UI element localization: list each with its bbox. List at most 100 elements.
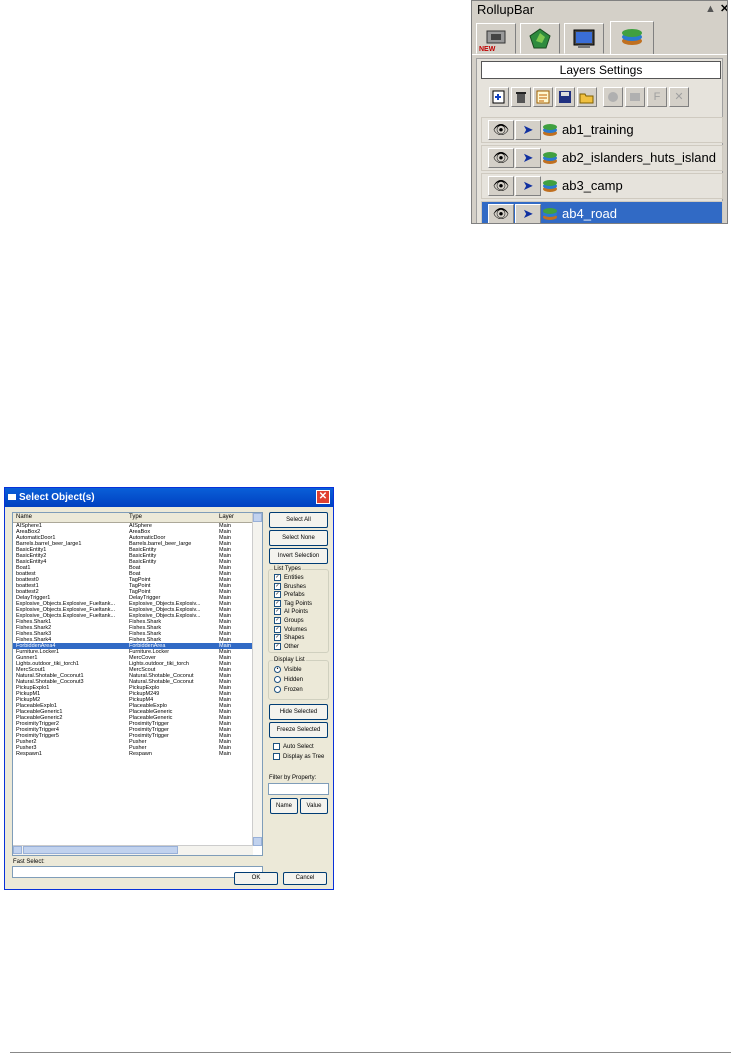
- cursor-icon[interactable]: ➤: [515, 176, 541, 196]
- tab-display[interactable]: [564, 23, 604, 54]
- freeze-icon[interactable]: [603, 87, 623, 107]
- cell-name: Respawn1: [16, 751, 42, 757]
- list-types-label: List Types: [273, 565, 302, 573]
- tab-terrain[interactable]: [520, 23, 560, 54]
- vertical-scrollbar[interactable]: [252, 513, 262, 846]
- close-icon[interactable]: ✕: [715, 2, 727, 17]
- auto-select-checkbox[interactable]: Auto Select: [273, 743, 314, 751]
- display-list-radio[interactable]: Frozen: [274, 686, 303, 694]
- list-type-label: Entities: [284, 575, 304, 582]
- value-button[interactable]: Value: [300, 798, 328, 814]
- layers-settings-header[interactable]: Layers Settings: [481, 61, 721, 79]
- list-rows: AISphere1 AISphere Main AreaBox2 AreaBox Main…: [13, 523, 253, 757]
- list-type-label: Groups: [284, 618, 304, 625]
- list-type-checkbox[interactable]: ✓ Prefabs: [274, 591, 305, 599]
- list-type-checkbox[interactable]: ✓ AI Points: [274, 608, 308, 616]
- select-none-button[interactable]: Select None: [269, 530, 328, 546]
- layer-icon: [543, 124, 557, 136]
- freeze-selected-button[interactable]: Freeze Selected: [269, 722, 328, 738]
- f-icon[interactable]: F: [647, 87, 667, 107]
- table-row[interactable]: Respawn1 Respawn Main: [13, 751, 253, 757]
- cell-layer: Main: [219, 751, 231, 757]
- layer-name: ab3_camp: [562, 178, 623, 193]
- cursor-icon[interactable]: ➤: [515, 204, 541, 223]
- display-list-radio[interactable]: Hidden: [274, 676, 303, 684]
- filter-property-input[interactable]: [268, 783, 329, 795]
- display-list-label: Display List: [273, 656, 306, 664]
- new-layer-icon[interactable]: [489, 87, 509, 107]
- cursor-icon[interactable]: ➤: [515, 120, 541, 140]
- name-button[interactable]: Name: [270, 798, 298, 814]
- scroll-down-icon[interactable]: [253, 837, 262, 846]
- layer-icon: [543, 208, 557, 220]
- display-list-label: Hidden: [284, 677, 304, 684]
- tab-separator: [472, 54, 727, 55]
- list-type-label: Volumes: [284, 626, 308, 633]
- object-list[interactable]: Name Type Layer AISphere1 AISphere Main Are…: [12, 512, 263, 856]
- layer-row[interactable]: 👁 ➤ ab1_training: [481, 117, 723, 143]
- new-objects-icon: NEW: [479, 30, 506, 53]
- list-type-label: Shapes: [284, 635, 305, 642]
- eye-icon[interactable]: 👁: [488, 148, 514, 168]
- scroll-up-icon[interactable]: [253, 513, 262, 522]
- tab-layers[interactable]: [610, 21, 654, 55]
- pin-icon[interactable]: ▲: [700, 2, 716, 17]
- page-divider: [10, 1052, 731, 1053]
- list-type-label: Other: [284, 643, 300, 650]
- horizontal-scrollbar[interactable]: [13, 845, 253, 855]
- rollupbar-title: RollupBar: [477, 2, 535, 17]
- layer-name: ab1_training: [562, 122, 634, 137]
- layer-row[interactable]: 👁 ➤ ab4_road: [481, 201, 723, 223]
- column-layer[interactable]: Layer: [219, 513, 234, 522]
- open-layer-icon[interactable]: [577, 87, 597, 107]
- layer-name: ab4_road: [562, 206, 617, 221]
- layers-panel: Layers Settings F ✕ 👁 ➤ ab1_training 👁 ➤…: [476, 58, 723, 223]
- list-types-group: List Types ✓ Entities ✓ Brushes ✓ Prefabs ✓ Tag…: [268, 565, 329, 653]
- invert-selection-button[interactable]: Invert Selection: [269, 548, 328, 564]
- close-icon[interactable]: ✕: [316, 490, 330, 504]
- eye-icon[interactable]: 👁: [488, 176, 514, 196]
- tab-objects[interactable]: NEW: [476, 23, 516, 54]
- list-type-checkbox[interactable]: ✓ Shapes: [274, 634, 304, 642]
- cancel-button[interactable]: Cancel: [283, 872, 327, 885]
- fast-select-input[interactable]: [12, 866, 263, 878]
- scroll-left-icon[interactable]: [13, 846, 22, 854]
- save-layer-icon[interactable]: [555, 87, 575, 107]
- ok-button[interactable]: OK: [234, 872, 278, 885]
- list-type-checkbox[interactable]: ✓ Tag Points: [274, 599, 313, 608]
- x-icon[interactable]: ✕: [669, 87, 689, 107]
- display-icon: [573, 29, 595, 48]
- select-all-button[interactable]: Select All: [269, 512, 328, 528]
- layers-icon: [622, 29, 642, 45]
- column-type[interactable]: Type: [129, 513, 142, 522]
- list-type-checkbox[interactable]: ✓ Entities: [274, 574, 304, 582]
- layer-row[interactable]: 👁 ➤ ab3_camp: [481, 173, 723, 199]
- list-type-checkbox[interactable]: ✓ Brushes: [274, 582, 307, 591]
- list-type-checkbox[interactable]: ✓ Groups: [274, 617, 304, 625]
- filter-by-property-label: Filter by Property:: [269, 775, 317, 781]
- unfreeze-icon[interactable]: [625, 87, 645, 107]
- column-name[interactable]: Name: [16, 513, 32, 522]
- layer-row[interactable]: 👁 ➤ ab2_islanders_huts_island: [481, 145, 723, 171]
- hide-selected-button[interactable]: Hide Selected: [269, 704, 328, 720]
- fast-select-label: Fast Select:: [13, 859, 45, 865]
- dialog-title: Select Object(s): [19, 492, 95, 503]
- list-type-checkbox[interactable]: ✓ Other: [274, 642, 300, 651]
- cursor-icon[interactable]: ➤: [515, 148, 541, 168]
- auto-select-label: Auto Select: [283, 744, 314, 751]
- display-as-tree-checkbox[interactable]: Display as Tree: [273, 753, 324, 761]
- list-type-checkbox[interactable]: ✓ Volumes: [274, 625, 308, 634]
- layer-icon: [543, 180, 557, 192]
- cell-type: Respawn: [129, 751, 152, 757]
- scroll-thumb[interactable]: [23, 846, 178, 854]
- layer-properties-icon[interactable]: [533, 87, 553, 107]
- list-type-label: Brushes: [284, 583, 307, 590]
- display-list-radio[interactable]: • Visible: [274, 666, 302, 674]
- eye-icon[interactable]: 👁: [488, 120, 514, 140]
- list-type-label: Tag Points: [284, 600, 313, 607]
- delete-layer-icon[interactable]: [511, 87, 531, 107]
- rollupbar-titlebar: RollupBar ▲ ✕: [472, 1, 727, 18]
- eye-icon[interactable]: 👁: [488, 204, 514, 223]
- window-icon: [8, 494, 16, 500]
- dialog-titlebar: Select Object(s) ✕: [5, 488, 333, 507]
